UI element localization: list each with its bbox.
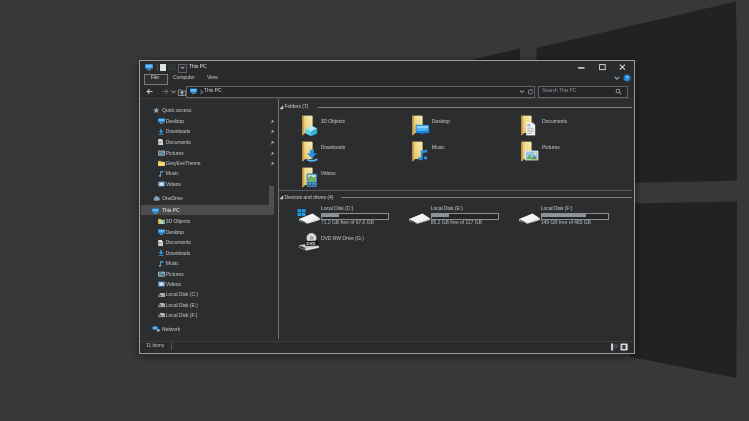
svg-text:?: ?	[625, 76, 628, 82]
svg-text:DVD: DVD	[306, 241, 315, 246]
